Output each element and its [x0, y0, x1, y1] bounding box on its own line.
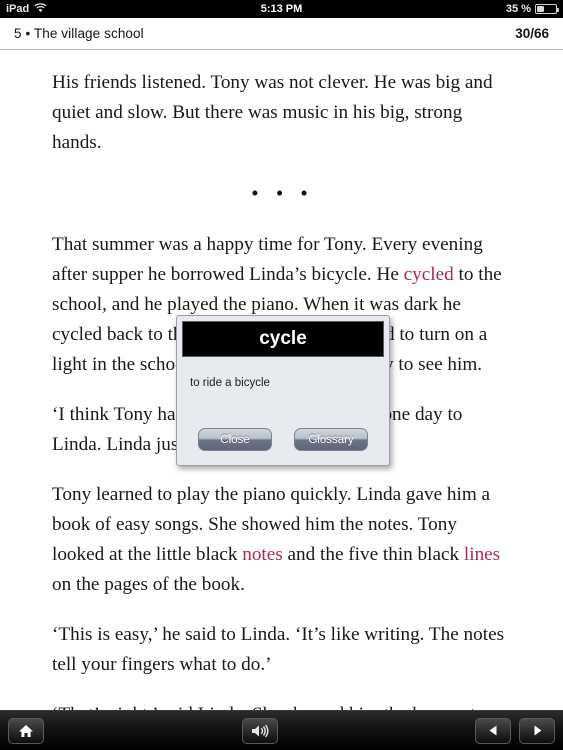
ios-status-bar: iPad 5:13 PM 35 %: [0, 0, 563, 18]
paragraph-para-5: ‘This is easy,’ he said to Linda. ‘It’s …: [52, 624, 505, 675]
paragraph-para-1: His friends listened. Tony was not cleve…: [52, 72, 493, 153]
glossary-definition: to ride a bicycle: [190, 377, 270, 389]
battery-icon: [535, 4, 559, 14]
next-page-icon: [531, 724, 544, 737]
glossary-link-cycled[interactable]: cycled: [404, 264, 454, 285]
wifi-icon: [34, 2, 47, 16]
toolbar-left-group: [8, 717, 44, 744]
chapter-title: 5 • The village school: [14, 26, 144, 41]
previous-page-button[interactable]: [475, 717, 511, 744]
previous-page-icon: [487, 724, 500, 737]
battery-fill: [537, 6, 544, 12]
status-bar-clock: 5:13 PM: [260, 3, 303, 15]
status-bar-right: 35 %: [505, 3, 559, 15]
battery-percent-label: 35 %: [505, 3, 531, 15]
next-page-button[interactable]: [519, 717, 555, 744]
glossary-link-lines[interactable]: lines: [464, 544, 500, 565]
glossary-button[interactable]: Glossary: [294, 428, 368, 451]
paragraph-para-6: ‘That’s right,’ said Linda. She showed h…: [52, 700, 513, 710]
toolbar-right-group: [475, 717, 555, 744]
toolbar-center-group: [241, 717, 278, 744]
paragraph-para-4: Tony learned to play the piano quickly. …: [52, 484, 501, 595]
chapter-header-bar: 5 • The village school 30/66: [0, 18, 563, 50]
close-button[interactable]: Close: [198, 428, 272, 451]
glossary-popup-header: cycle: [182, 321, 384, 357]
status-bar-left: iPad: [6, 2, 47, 16]
audio-play-button[interactable]: [241, 717, 278, 744]
speaker-icon: [250, 724, 270, 738]
glossary-popup-buttons: Close Glossary: [177, 428, 389, 451]
home-icon: [18, 724, 34, 738]
bottom-toolbar: [0, 710, 563, 750]
glossary-link-notes[interactable]: notes: [242, 544, 283, 565]
device-name-label: iPad: [6, 3, 30, 15]
home-button[interactable]: [8, 717, 44, 744]
section-divider-dots: • • •: [251, 181, 314, 205]
glossary-word: cycle: [259, 328, 307, 349]
page-counter: 30/66: [515, 26, 549, 41]
glossary-popup-dialog: cycle to ride a bicycle Close Glossary: [176, 315, 390, 466]
